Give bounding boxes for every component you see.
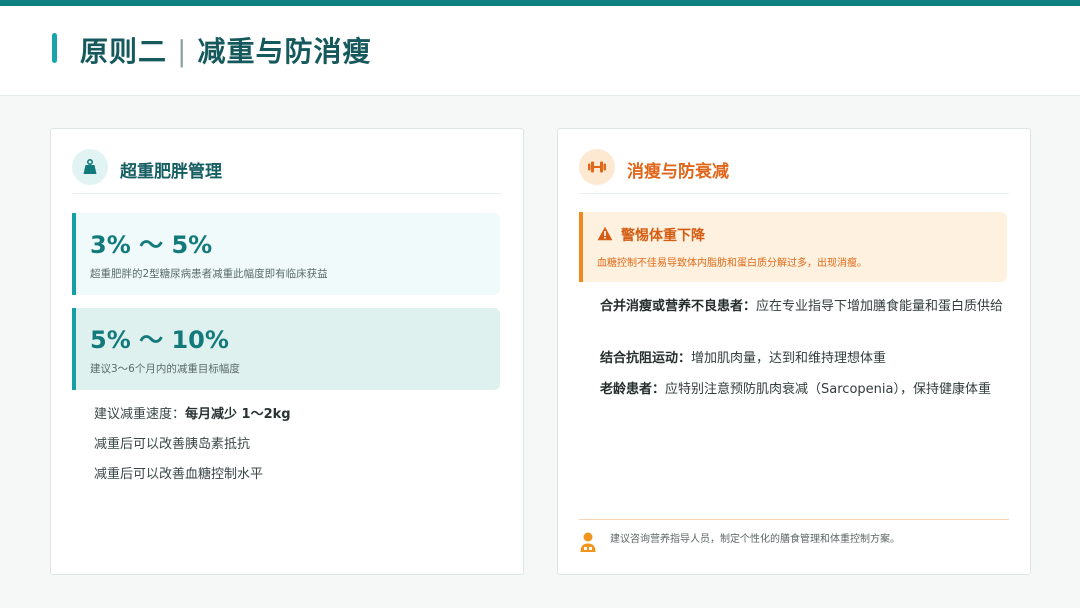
weight-icon [72, 149, 108, 185]
advice-text: 应在专业指导下增加膳食能量和蛋白质供给 [756, 299, 1004, 314]
nutritionist-icon [579, 531, 597, 557]
advice-label: 合并消瘦或营养不良患者： [600, 299, 757, 314]
speed-label: 建议减重速度： [94, 407, 186, 422]
weight-loss-warning: 警惕体重下降 血糖控制不佳易导致体内脂肪和蛋白质分解过多，出现消瘦。 [579, 212, 1007, 282]
advice-elderly: 老龄患者：应特别注意预防肌肉衰减（Sarcopenia），保持健康体重 [600, 380, 1012, 399]
warning-description: 血糖控制不佳易导致体内脂肪和蛋白质分解过多，出现消瘦。 [597, 258, 867, 269]
stat-value: 5% ～ 10% [90, 326, 229, 354]
benefit-glucose-control: 减重后可以改善血糖控制水平 [94, 467, 264, 482]
weight-loss-speed: 建议减重速度：每月减少 1～2kg [94, 403, 291, 422]
card-title: 消瘦与防衰减 [627, 162, 729, 182]
footer-divider [579, 519, 1009, 520]
stat-box-target-range: 5% ～ 10% 建议3～6个月内的减重目标幅度 [72, 308, 500, 390]
advice-label: 老龄患者： [600, 382, 666, 397]
wasting-prevention-card: 消瘦与防衰减 警惕体重下降 血糖控制不佳易导致体内脂肪和蛋白质分解过多，出现消瘦… [557, 128, 1031, 575]
benefit-insulin-resistance: 减重后可以改善胰岛素抵抗 [94, 437, 251, 452]
title-accent-bar [52, 33, 57, 63]
stat-description: 超重肥胖的2型糖尿病患者减重此幅度即有临床获益 [90, 268, 328, 280]
advice-label: 结合抗阻运动： [600, 351, 692, 366]
speed-value: 每月减少 1～2kg [185, 407, 291, 422]
dumbbell-icon [579, 149, 615, 185]
stat-description: 建议3～6个月内的减重目标幅度 [90, 363, 240, 375]
advice-text: 应特别注意预防肌肉衰减（Sarcopenia），保持健康体重 [665, 382, 991, 397]
page-title-principle: 原则二 [80, 35, 168, 68]
advice-malnutrition: 合并消瘦或营养不良患者：应在专业指导下增加膳食能量和蛋白质供给 [600, 297, 1012, 316]
page-header: 原则二 | 减重与防消瘦 [0, 6, 1080, 96]
advice-resistance-exercise: 结合抗阻运动：增加肌肉量，达到和维持理想体重 [600, 349, 1012, 368]
stat-box-clinical-benefit: 3% ～ 5% 超重肥胖的2型糖尿病患者减重此幅度即有临床获益 [72, 213, 500, 295]
overweight-management-card: 超重肥胖管理 3% ～ 5% 超重肥胖的2型糖尿病患者减重此幅度即有临床获益 5… [50, 128, 524, 575]
title-separator: | [177, 35, 188, 68]
warning-title: 警惕体重下降 [621, 228, 705, 244]
advice-text: 增加肌肉量，达到和维持理想体重 [691, 351, 887, 366]
warning-triangle-icon [597, 226, 613, 245]
card-header: 超重肥胖管理 [72, 149, 502, 194]
page-title: 原则二 | 减重与防消瘦 [80, 30, 371, 70]
page-title-topic: 减重与防消瘦 [197, 35, 372, 68]
footer-note: 建议咨询营养指导人员，制定个性化的膳食管理和体重控制方案。 [610, 534, 900, 545]
card-title: 超重肥胖管理 [120, 162, 222, 182]
stat-value: 3% ～ 5% [90, 231, 213, 259]
card-header: 消瘦与防衰减 [579, 149, 1009, 194]
